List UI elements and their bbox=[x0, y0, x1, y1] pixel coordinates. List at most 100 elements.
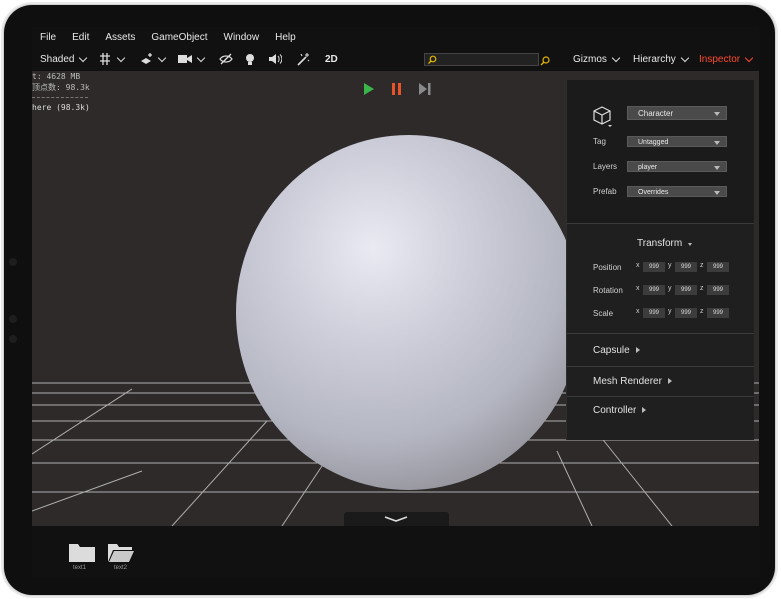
inspector-panel: Character Tag Untagged Layers player Pre… bbox=[566, 80, 754, 440]
visibility-toggle[interactable] bbox=[219, 51, 233, 67]
effects-toggle[interactable] bbox=[297, 51, 310, 67]
grid-icon bbox=[100, 53, 110, 65]
asset-item[interactable] bbox=[108, 542, 134, 567]
vertex-stat: 顶点数: 98.3k bbox=[32, 83, 90, 92]
prefab-label: Prefab bbox=[593, 187, 617, 196]
gizmos-dropdown[interactable]: Gizmos bbox=[573, 51, 621, 67]
tag-value: Untagged bbox=[638, 139, 669, 146]
rotation-label: Rotation bbox=[593, 286, 623, 295]
eye-off-icon bbox=[219, 53, 233, 65]
chevron-down-icon bbox=[384, 516, 408, 522]
transform-title: Transform bbox=[637, 238, 683, 249]
component-label: Capsule bbox=[593, 345, 630, 356]
component-label: Mesh Renderer bbox=[593, 376, 662, 387]
speaker-icon bbox=[269, 54, 282, 64]
gizmos-label: Gizmos bbox=[573, 53, 607, 65]
scale-y-input[interactable]: 999 bbox=[675, 308, 697, 318]
selected-object-stat: here (98.3k) bbox=[32, 103, 90, 112]
divider bbox=[567, 396, 754, 397]
dropdown-arrow-icon bbox=[714, 166, 720, 170]
shading-mode-label: Shaded bbox=[40, 53, 75, 65]
position-x-input[interactable]: 999 bbox=[643, 262, 665, 272]
transform-header[interactable]: Transform bbox=[637, 238, 692, 249]
component-controller[interactable]: Controller bbox=[593, 405, 647, 416]
move-tool-icon bbox=[141, 53, 152, 64]
editor-screen: File Edit Assets GameObject Window Help … bbox=[32, 27, 759, 578]
menu-edit[interactable]: Edit bbox=[64, 32, 97, 43]
menu-assets[interactable]: Assets bbox=[97, 32, 143, 43]
inspector-tab[interactable]: Inspector bbox=[699, 51, 754, 67]
menu-file[interactable]: File bbox=[32, 32, 64, 43]
folder-open-icon bbox=[108, 544, 134, 562]
camera-icon bbox=[178, 55, 192, 63]
chevron-down-icon bbox=[196, 53, 206, 62]
grid-snap-button[interactable] bbox=[98, 51, 126, 67]
menu-help[interactable]: Help bbox=[267, 32, 304, 43]
layers-label: Layers bbox=[593, 162, 618, 171]
stats-divider bbox=[32, 93, 88, 98]
dropdown-arrow-icon bbox=[714, 141, 720, 145]
hierarchy-label: Hierarchy bbox=[633, 53, 676, 65]
chevron-down-icon bbox=[157, 53, 167, 62]
axis-z-label: z bbox=[700, 308, 704, 315]
shading-mode-dropdown[interactable]: Shaded bbox=[40, 51, 88, 67]
move-tool-button[interactable] bbox=[139, 51, 167, 67]
memory-stat: t: 4628 MB bbox=[32, 72, 81, 81]
tag-dropdown[interactable]: Untagged bbox=[627, 136, 727, 147]
layers-dropdown[interactable]: player bbox=[627, 161, 727, 172]
panel-toggle-handle[interactable] bbox=[344, 512, 449, 526]
play-icon[interactable] bbox=[363, 83, 375, 95]
component-mesh-renderer[interactable]: Mesh Renderer bbox=[593, 376, 672, 387]
position-z-input[interactable]: 999 bbox=[707, 262, 729, 272]
prefab-dropdown[interactable]: Overrides bbox=[627, 186, 727, 197]
position-label: Position bbox=[593, 263, 622, 272]
rotation-x-input[interactable]: 999 bbox=[643, 285, 665, 295]
axis-y-label: y bbox=[668, 285, 672, 292]
camera-dot bbox=[9, 315, 17, 323]
tag-label: Tag bbox=[593, 137, 606, 146]
ipad-frame: File Edit Assets GameObject Window Help … bbox=[4, 5, 775, 595]
menu-window[interactable]: Window bbox=[216, 32, 268, 43]
search-filter-icon bbox=[540, 56, 550, 66]
audio-toggle[interactable] bbox=[268, 51, 282, 67]
object-name: Character bbox=[638, 109, 674, 118]
rotation-z-input[interactable]: 999 bbox=[707, 285, 729, 295]
divider bbox=[567, 223, 754, 224]
step-icon[interactable] bbox=[419, 83, 431, 95]
chevron-down-icon bbox=[744, 53, 754, 62]
dropdown-arrow-icon bbox=[714, 191, 720, 195]
folder-icon bbox=[69, 544, 95, 562]
scale-label: Scale bbox=[593, 309, 614, 318]
scene-view[interactable]: t: 4628 MB 顶点数: 98.3k here (98.3k) Chara… bbox=[32, 71, 759, 526]
axis-z-label: z bbox=[700, 262, 704, 269]
inspector-label: Inspector bbox=[699, 53, 741, 65]
divider bbox=[567, 333, 754, 334]
magic-wand-icon bbox=[297, 52, 310, 66]
scale-z-input[interactable]: 999 bbox=[707, 308, 729, 318]
sphere-object[interactable] bbox=[236, 135, 581, 490]
asset-name: text1 bbox=[73, 565, 87, 571]
scale-x-input[interactable]: 999 bbox=[643, 308, 665, 318]
axis-x-label: x bbox=[636, 308, 640, 315]
expand-arrow-icon bbox=[635, 347, 640, 354]
search-filter-button[interactable] bbox=[540, 53, 550, 69]
asset-name: text2 bbox=[114, 565, 128, 571]
chevron-down-icon bbox=[79, 53, 88, 62]
camera-dot bbox=[9, 258, 17, 266]
menu-gameobject[interactable]: GameObject bbox=[143, 32, 215, 43]
asset-item[interactable] bbox=[69, 542, 95, 567]
object-name-dropdown[interactable]: Character bbox=[627, 106, 727, 120]
position-y-input[interactable]: 999 bbox=[675, 262, 697, 272]
component-label: Controller bbox=[593, 405, 637, 416]
rotation-y-input[interactable]: 999 bbox=[675, 285, 697, 295]
hierarchy-tab[interactable]: Hierarchy bbox=[633, 51, 690, 67]
lightbulb-icon bbox=[246, 53, 254, 65]
layers-value: player bbox=[638, 164, 658, 171]
component-capsule[interactable]: Capsule bbox=[593, 345, 640, 356]
camera-button[interactable] bbox=[178, 51, 206, 67]
pause-icon[interactable] bbox=[391, 83, 403, 95]
2d-toggle[interactable]: 2D bbox=[325, 51, 338, 67]
hierarchy-search-input[interactable] bbox=[424, 53, 539, 66]
axis-x-label: x bbox=[636, 285, 640, 292]
lighting-toggle[interactable] bbox=[245, 51, 255, 67]
